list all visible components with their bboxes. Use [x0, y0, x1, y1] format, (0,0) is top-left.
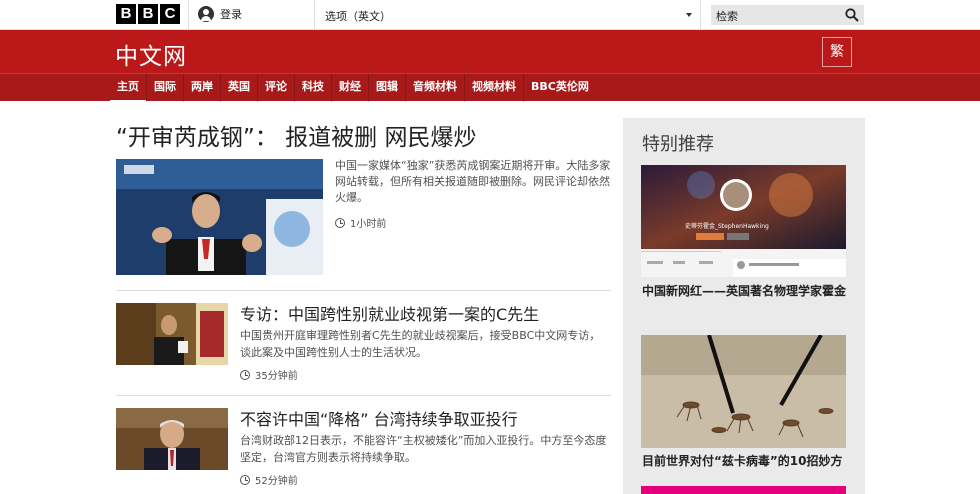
story-timestamp: 52分钟前	[240, 472, 298, 487]
nav-item-opinion[interactable]: 评论	[258, 74, 295, 102]
story-timestamp: 35分钟前	[240, 367, 298, 382]
story-title[interactable]: 专访：中国跨性别就业歧视第一案的C先生	[240, 301, 539, 325]
featured-sidebar: 特别推荐 史蒂芬霍金_StephenHawking 中国新网红——英国著名物理学…	[623, 118, 865, 494]
logo-letter: B	[116, 4, 136, 24]
lead-story-title[interactable]: “开审芮成钢”： 报道被删 网民爆炒	[116, 118, 476, 152]
sidebar-heading: 特别推荐	[642, 134, 714, 155]
nav-item-gallery[interactable]: 图辑	[369, 74, 406, 102]
timestamp-text: 1小时前	[350, 219, 387, 230]
search-input[interactable]	[711, 6, 836, 27]
timestamp-text: 35分钟前	[255, 371, 298, 382]
featured-next-item[interactable]	[641, 486, 846, 494]
nav-item-video[interactable]: 视频材料	[465, 74, 524, 102]
featured-caption[interactable]: 中国新网红——英国著名物理学家霍金	[642, 282, 847, 300]
options-dropdown-label[interactable]: 选项（英文）	[325, 8, 391, 24]
search-box	[711, 5, 864, 27]
divider	[188, 0, 189, 30]
story-summary: 台湾财政部12日表示，不能容许“主权被矮化”而加入亚投行。中方至今态度坚定，台湾…	[240, 434, 607, 464]
lead-story-image[interactable]	[116, 159, 323, 275]
bbc-logo[interactable]: B B C	[116, 4, 180, 24]
featured-caption[interactable]: 目前世界对付“兹卡病毒”的10招妙方	[642, 452, 847, 470]
clock-icon	[240, 474, 250, 485]
nav-item-uk[interactable]: 英国	[221, 74, 258, 102]
section-nav: 主页 国际 两岸 英国 评论 科技 财经 图辑 音频材料 视频材料 BBC英伦网	[110, 74, 596, 103]
signin-link[interactable]: 登录	[198, 6, 242, 22]
story-divider	[116, 290, 611, 291]
logo-letter: C	[160, 4, 180, 24]
profile-name-text: 史蒂芬霍金_StephenHawking	[685, 222, 769, 230]
lead-story-summary: 中国一家媒体“独家”获悉芮成钢案近期将开审。大陆多家网站转载，但所有相关报道随即…	[335, 159, 611, 204]
story-image[interactable]	[116, 408, 228, 470]
story-image[interactable]	[116, 303, 228, 365]
nav-item-bbc-ukchina[interactable]: BBC英伦网	[524, 74, 596, 102]
divider	[700, 0, 701, 30]
story-title[interactable]: 不容许中国“降格” 台湾持续争取亚投行	[240, 406, 518, 430]
nav-item-technology[interactable]: 科技	[295, 74, 332, 102]
signin-label: 登录	[220, 8, 242, 21]
timestamp-text: 52分钟前	[255, 476, 298, 487]
traditional-chinese-button[interactable]: 繁	[822, 37, 852, 67]
clock-icon	[240, 369, 250, 380]
featured-image-mosquito[interactable]	[641, 335, 846, 448]
logo-letter: B	[138, 4, 158, 24]
nav-item-cross-strait[interactable]: 两岸	[184, 74, 221, 102]
site-header: 中文网 繁	[0, 30, 980, 73]
divider	[314, 0, 315, 30]
story-summary: 中国贵州开庭审理跨性别者C先生的就业歧视案后，接受BBC中文网专访，谈此案及中国…	[240, 329, 601, 359]
nav-item-home[interactable]: 主页	[110, 74, 147, 103]
lead-story-timestamp: 1小时前	[335, 215, 386, 230]
nav-item-business[interactable]: 财经	[332, 74, 369, 102]
story-divider	[116, 395, 611, 396]
search-icon[interactable]	[845, 8, 859, 22]
featured-image-hawking[interactable]: 史蒂芬霍金_StephenHawking	[641, 165, 846, 277]
nav-bar: 主页 国际 两岸 英国 评论 科技 财经 图辑 音频材料 视频材料 BBC英伦网	[0, 73, 980, 103]
nav-item-international[interactable]: 国际	[147, 74, 184, 102]
top-bar: B B C 登录 选项（英文）	[0, 0, 980, 30]
user-icon	[198, 6, 214, 22]
nav-item-audio[interactable]: 音频材料	[406, 74, 465, 102]
site-title[interactable]: 中文网	[115, 37, 187, 71]
chevron-down-icon[interactable]	[686, 13, 692, 17]
clock-icon	[335, 217, 345, 228]
